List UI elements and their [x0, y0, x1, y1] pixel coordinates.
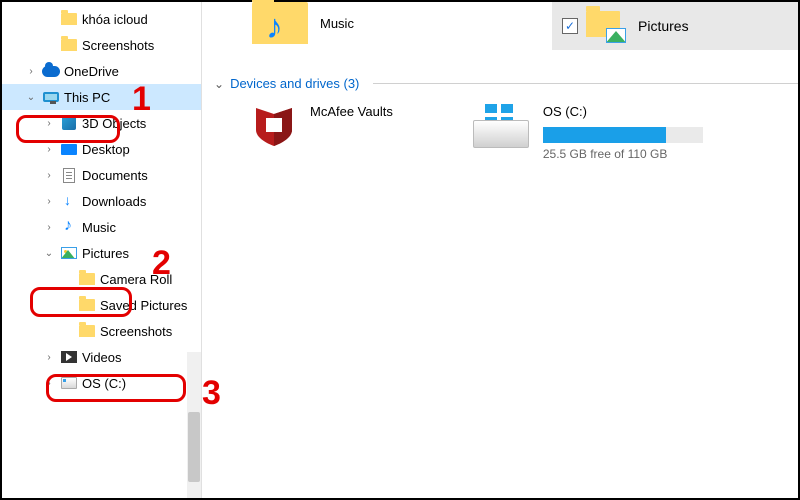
tree-item-kh-a-icloud[interactable]: khóa icloud: [2, 6, 201, 32]
capacity-bar: [543, 127, 703, 143]
tree-item-label: This PC: [64, 90, 110, 105]
tree-item-onedrive[interactable]: › OneDrive: [2, 58, 201, 84]
pic-icon: [60, 244, 78, 262]
tree-item-screenshots[interactable]: Screenshots: [2, 318, 201, 344]
tree-item-label: Screenshots: [82, 38, 154, 53]
tree-item-documents[interactable]: › Documents: [2, 162, 201, 188]
chevron-right-icon[interactable]: ›: [42, 378, 56, 389]
tree-item-screenshots[interactable]: Screenshots: [2, 32, 201, 58]
chevron-right-icon[interactable]: ›: [42, 222, 56, 233]
tree-item-3d-objects[interactable]: › 3D Objects: [2, 110, 201, 136]
tree-item-label: Pictures: [82, 246, 129, 261]
tree-item-pictures[interactable]: ⌄ Pictures: [2, 240, 201, 266]
tree-item-label: Music: [82, 220, 116, 235]
folder-icon: [60, 36, 78, 54]
tree-item-label: Desktop: [82, 142, 130, 157]
tree-item-videos[interactable]: › Videos: [2, 344, 201, 370]
tree-item-camera-roll[interactable]: Camera Roll: [2, 266, 201, 292]
chevron-down-icon[interactable]: ⌄: [24, 92, 38, 103]
chevron-right-icon[interactable]: ›: [42, 170, 56, 181]
tree-item-label: OS (C:): [82, 376, 126, 391]
folder-label: Music: [320, 16, 354, 31]
chevron-right-icon[interactable]: ›: [42, 144, 56, 155]
doc-icon: [60, 166, 78, 184]
tree-item-label: Videos: [82, 350, 122, 365]
tree-item-label: Saved Pictures: [100, 298, 187, 313]
tree-item-label: Documents: [82, 168, 148, 183]
tree-item-label: Downloads: [82, 194, 146, 209]
navigation-tree: khóa icloud Screenshots › OneDrive ⌄ This PC ›…: [2, 2, 202, 498]
tree-item-downloads[interactable]: › Downloads: [2, 188, 201, 214]
chevron-right-icon[interactable]: ›: [24, 66, 38, 77]
music-folder-icon: ♪: [252, 2, 308, 44]
select-all-checkbox[interactable]: ✓: [562, 18, 578, 34]
sidebar-scrollbar[interactable]: [187, 352, 201, 498]
tree-item-label: 3D Objects: [82, 116, 146, 131]
tree-item-music[interactable]: › Music: [2, 214, 201, 240]
folder-icon: [78, 322, 96, 340]
music-note-icon: ♪: [266, 8, 283, 47]
drive-label: McAfee Vaults: [310, 104, 393, 119]
mcafee-shield-icon: [252, 104, 296, 148]
drive-label: OS (C:): [543, 104, 703, 119]
tree-item-saved-pictures[interactable]: Saved Pictures: [2, 292, 201, 318]
column-header[interactable]: ✓ Pictures: [552, 2, 798, 50]
drive-item-mcafee[interactable]: McAfee Vaults: [252, 104, 393, 161]
vid-icon: [60, 348, 78, 366]
drive-item-os-c[interactable]: OS (C:) 25.5 GB free of 110 GB: [473, 104, 703, 161]
pictures-header-icon: [586, 11, 624, 41]
os-drive-icon: [473, 104, 529, 148]
tree-item-label: Camera Roll: [100, 272, 172, 287]
scrollbar-thumb[interactable]: [188, 412, 200, 482]
content-pane: ♪ Music ✓ Pictures ⌄ Devices and drives …: [202, 2, 798, 498]
chevron-right-icon[interactable]: ›: [42, 352, 56, 363]
group-title: Devices and drives (3): [230, 76, 359, 91]
folder-icon: [78, 296, 96, 314]
folder-icon: [78, 270, 96, 288]
column-header-label: Pictures: [638, 18, 689, 34]
free-space-text: 25.5 GB free of 110 GB: [543, 147, 703, 161]
tree-item-label: Screenshots: [100, 324, 172, 339]
folder-icon: [60, 10, 78, 28]
cloud-icon: [42, 62, 60, 80]
disk-icon: [60, 374, 78, 392]
chevron-down-icon: ⌄: [214, 77, 224, 91]
dl-icon: [60, 192, 78, 210]
tree-item-this-pc[interactable]: ⌄ This PC: [2, 84, 201, 110]
note-icon: [60, 218, 78, 236]
tree-item-label: khóa icloud: [82, 12, 148, 27]
tree-item-label: OneDrive: [64, 64, 119, 79]
chevron-down-icon[interactable]: ⌄: [42, 248, 56, 259]
chevron-right-icon[interactable]: ›: [42, 196, 56, 207]
folder-item-music[interactable]: ♪ Music: [252, 2, 354, 44]
tree-item-os-c-[interactable]: › OS (C:): [2, 370, 201, 396]
group-divider: [373, 83, 798, 84]
monitor-icon: [42, 88, 60, 106]
desk-icon: [60, 140, 78, 158]
tree-item-desktop[interactable]: › Desktop: [2, 136, 201, 162]
chevron-right-icon[interactable]: ›: [42, 118, 56, 129]
cube-icon: [60, 114, 78, 132]
group-devices-drives[interactable]: ⌄ Devices and drives (3): [214, 76, 798, 91]
